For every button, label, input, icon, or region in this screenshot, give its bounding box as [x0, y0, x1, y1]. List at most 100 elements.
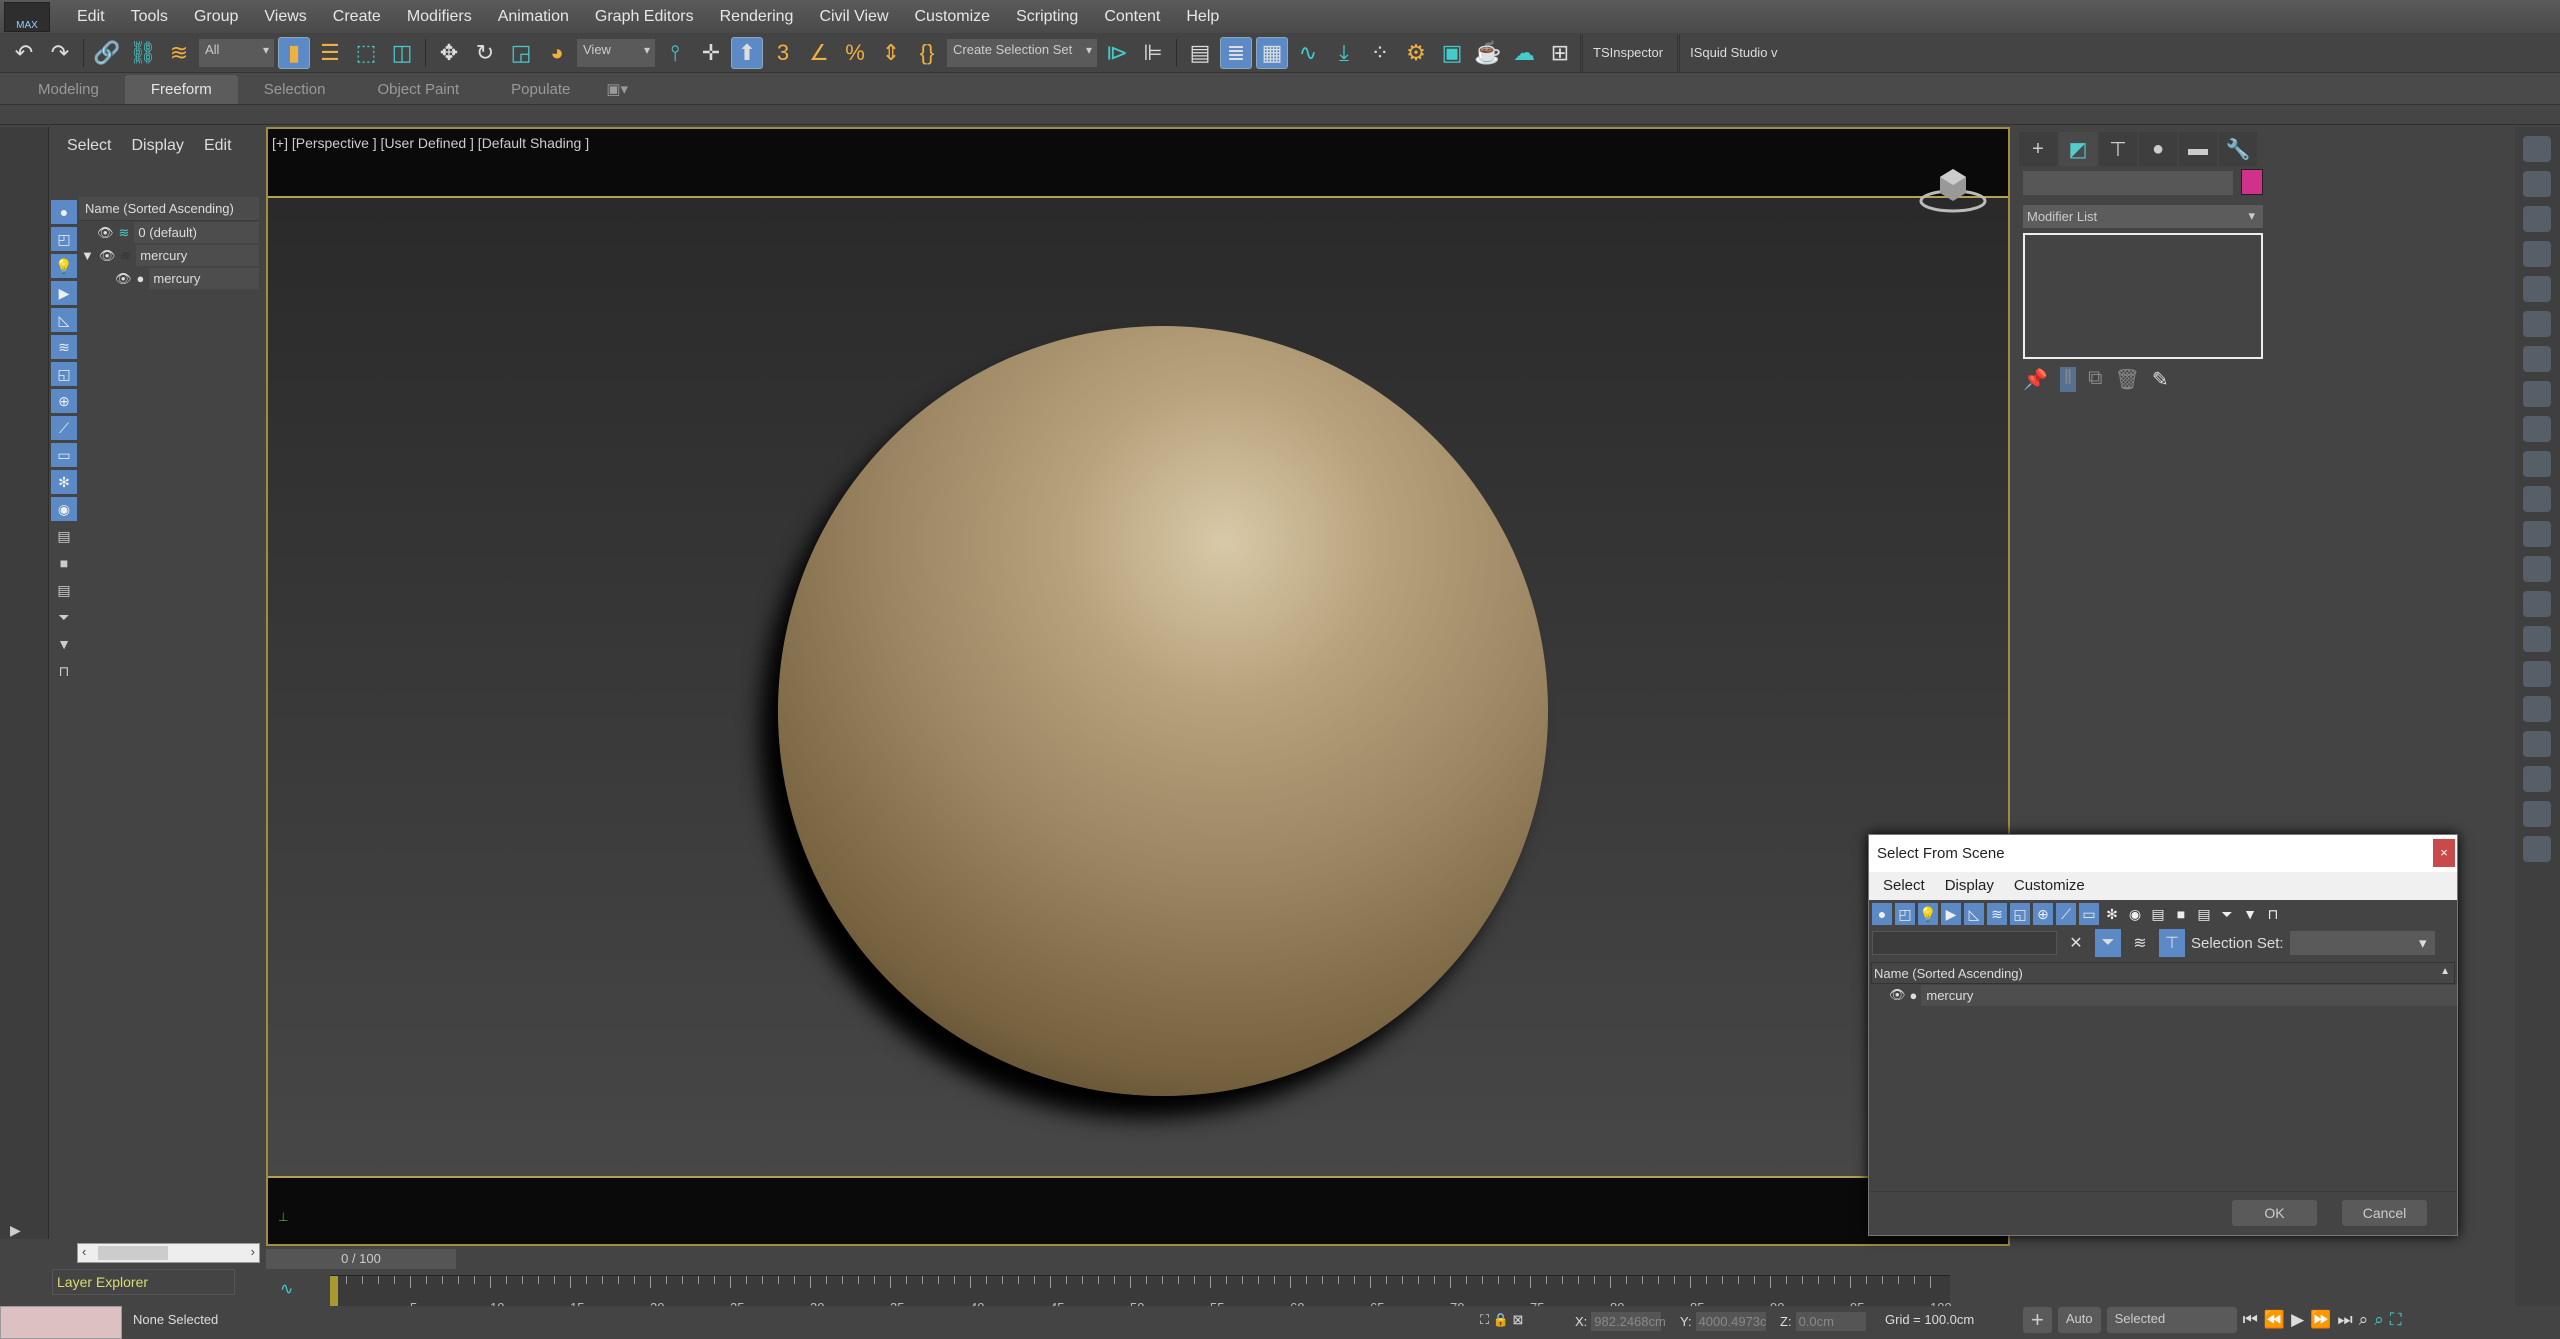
menu-edit[interactable]: Edit	[64, 8, 118, 26]
undo-icon[interactable]: ↶	[8, 37, 40, 69]
maxscript-listener[interactable]	[0, 1306, 122, 1339]
helpers-filter-icon[interactable]: ◺	[1964, 903, 1984, 925]
render-window-icon[interactable]	[2523, 171, 2551, 197]
tree-row[interactable]: 👁 ● mercury	[79, 267, 259, 290]
modify-tab-icon[interactable]: ◩	[2059, 132, 2097, 166]
table-icon[interactable]	[2523, 241, 2551, 267]
place-icon[interactable]: ◕	[541, 37, 573, 69]
selection-set-dropdown[interactable]	[2289, 931, 2435, 955]
zoom-icon[interactable]: ⌕	[2359, 1310, 2369, 1330]
pivot-center-icon[interactable]: ⫯	[659, 37, 691, 69]
angle-snap-icon[interactable]: ∠	[803, 37, 835, 69]
tab-freeform[interactable]: Freeform	[124, 75, 238, 104]
isolate-icon[interactable]: ⛶ 🔒 ⊠	[1480, 1312, 1523, 1328]
camera-icon[interactable]	[2523, 311, 2551, 337]
expand-arrow-icon[interactable]: ▶	[10, 1222, 21, 1239]
y-coordinate-field[interactable]: 4000.4973c	[1695, 1312, 1767, 1331]
filter-icon[interactable]: ⏷	[51, 605, 77, 629]
eye-icon[interactable]: 👁	[99, 248, 116, 264]
scale-icon[interactable]: ◲	[505, 37, 537, 69]
time-slider[interactable]: 0 / 100	[266, 1249, 456, 1269]
menu-content[interactable]: Content	[1091, 8, 1173, 26]
bones-filter-icon[interactable]: ⟋	[2056, 903, 2076, 925]
eye-icon[interactable]: 👁	[115, 271, 132, 287]
lock-icon[interactable]: ⊓	[2263, 903, 2283, 925]
isquid-studio-button[interactable]: ISquid Studio v	[1677, 33, 1787, 72]
layer-view-icon[interactable]: ≋	[2127, 929, 2153, 957]
helpers-filter-icon[interactable]: ◺	[51, 308, 77, 332]
hierarchy-tab-icon[interactable]: ⊤	[2099, 132, 2137, 166]
tab-selection[interactable]: Selection	[238, 75, 352, 104]
cone-icon[interactable]	[2523, 556, 2551, 582]
cameras-filter-icon[interactable]: ▶	[1941, 903, 1961, 925]
named-selection-set-dropdown[interactable]: Create Selection Set	[947, 38, 1097, 67]
curve-editor-icon[interactable]: ∿	[1292, 37, 1324, 69]
sphere-icon[interactable]	[2523, 486, 2551, 512]
menu-group[interactable]: Group	[181, 8, 251, 26]
frame-ruler[interactable]: 0510152025303540455055606570758085909510…	[330, 1275, 1952, 1315]
invert-display-icon[interactable]: ▤	[2194, 903, 2214, 925]
ribbon-options-icon[interactable]: ▣▾	[596, 74, 638, 104]
object-name-field[interactable]	[2023, 171, 2233, 195]
gold-sphere-icon[interactable]	[2523, 626, 2551, 652]
menu-animation[interactable]: Animation	[485, 8, 582, 26]
mercury-sphere[interactable]	[778, 326, 1548, 1096]
box-icon[interactable]	[2523, 416, 2551, 442]
teapot2-icon[interactable]	[2523, 521, 2551, 547]
menu-customize[interactable]: Customize	[902, 8, 1004, 26]
edit-named-selection-icon[interactable]: {}	[911, 37, 943, 69]
render-setup-icon[interactable]: ⚙	[1400, 37, 1432, 69]
tab-object-paint[interactable]: Object Paint	[351, 75, 485, 104]
filter-toggle-icon[interactable]: ⏷	[2095, 929, 2121, 957]
ribbon-toggle-icon[interactable]: ▦	[1256, 36, 1288, 69]
zoom-extents-icon[interactable]: ⛶	[2390, 1310, 2402, 1330]
viewport-layout-icon[interactable]: ⊞	[1544, 37, 1576, 69]
key-filter-dropdown[interactable]: Selected	[2106, 1306, 2237, 1333]
cancel-button[interactable]: Cancel	[2342, 1200, 2427, 1226]
configure-modifier-sets-icon[interactable]: ✎	[2152, 367, 2169, 392]
previous-frame-icon[interactable]: ⏪	[2264, 1310, 2285, 1330]
remove-modifier-icon[interactable]: 🗑	[2114, 367, 2139, 392]
teapot-icon[interactable]	[2523, 136, 2551, 162]
expand-triangle-icon[interactable]: ▼	[81, 248, 94, 263]
tsinspector-button[interactable]: TSInspector	[1580, 33, 1673, 72]
display-tab-icon[interactable]: ▬	[2179, 132, 2217, 166]
viewport-label[interactable]: [+] [Perspective ] [User Defined ] [Defa…	[272, 135, 589, 151]
select-manipulate-icon[interactable]: ✛	[695, 37, 727, 69]
groups-filter-icon[interactable]: ◱	[51, 362, 77, 386]
material-icon[interactable]	[2523, 381, 2551, 407]
display-none-icon[interactable]: ■	[51, 551, 77, 575]
xrefs-filter-icon[interactable]: ⊕	[51, 389, 77, 413]
link-icon[interactable]: 🔗	[91, 37, 123, 69]
filter-selected-icon[interactable]: ▼	[2240, 903, 2260, 925]
filter-icon[interactable]: ⏷	[2217, 903, 2237, 925]
menu-modifiers[interactable]: Modifiers	[394, 8, 485, 26]
snaps-toggle-icon[interactable]: 3	[767, 37, 799, 69]
auto-key-button[interactable]: Auto	[2057, 1306, 2101, 1333]
viewcube-icon[interactable]	[1918, 159, 1988, 219]
close-button[interactable]: ×	[2433, 839, 2455, 867]
mirror-icon[interactable]: ⧐	[1101, 37, 1133, 69]
column-header-name[interactable]: Name (Sorted Ascending) ▲	[1871, 962, 2455, 984]
add-time-tag-icon[interactable]: +	[2023, 1306, 2052, 1333]
network-icon[interactable]	[2523, 731, 2551, 757]
select-object-icon[interactable]: ▮	[278, 36, 310, 69]
spinner-snap-icon[interactable]: ⇕	[875, 37, 907, 69]
modifier-stack[interactable]	[2023, 233, 2263, 359]
containers-filter-icon[interactable]: ▭	[2079, 903, 2099, 925]
dialog-menu-select[interactable]: Select	[1883, 877, 1925, 895]
shapes-filter-icon[interactable]: ◰	[1895, 903, 1915, 925]
motion-tab-icon[interactable]: ●	[2139, 132, 2177, 166]
keyboard-shortcut-override-icon[interactable]: ⬆	[731, 36, 763, 69]
xrefs-filter-icon[interactable]: ⊕	[2033, 903, 2053, 925]
rotate-icon[interactable]: ↻	[469, 37, 501, 69]
ok-button[interactable]: OK	[2232, 1200, 2317, 1226]
sun-icon[interactable]	[2523, 591, 2551, 617]
menu-civil-view[interactable]: Civil View	[806, 8, 901, 26]
search-input[interactable]	[1872, 931, 2057, 955]
x-coordinate-field[interactable]: 982.2468cm	[1591, 1312, 1666, 1331]
dome-icon[interactable]	[2523, 451, 2551, 477]
eye-icon[interactable]: 👁	[1889, 987, 1906, 1003]
lights-filter-icon[interactable]: 💡	[51, 254, 77, 278]
list-item[interactable]: 👁 ● mercury	[1869, 984, 2457, 1006]
